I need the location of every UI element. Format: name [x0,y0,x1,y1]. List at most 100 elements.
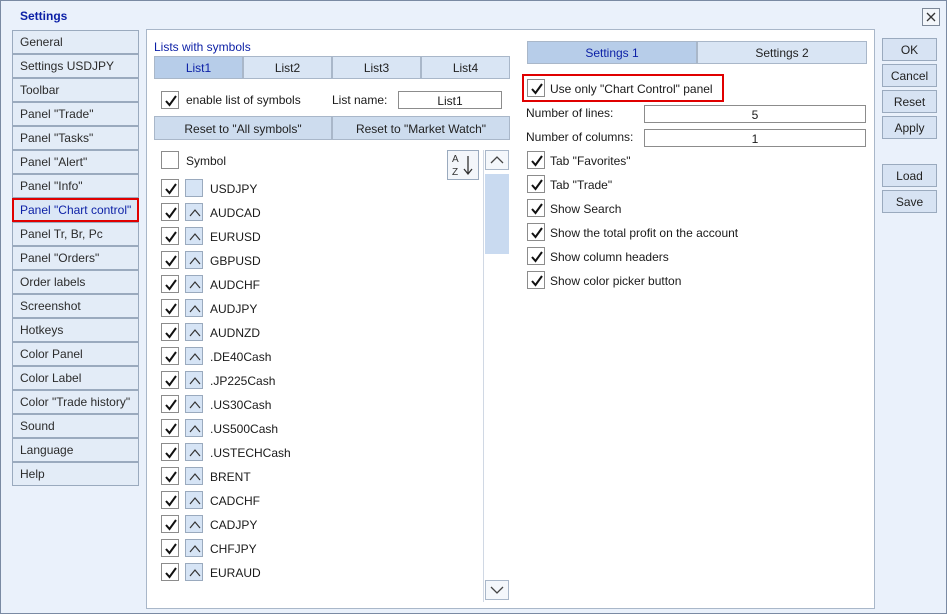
scroll-thumb[interactable] [485,174,509,254]
option-checkbox[interactable] [527,151,545,169]
symbol-checkbox[interactable] [161,299,179,317]
symbol-checkbox[interactable] [161,419,179,437]
symbol-checkbox[interactable] [161,515,179,533]
check-icon [165,519,177,531]
symbol-name: CADCHF [210,494,260,508]
scroll-up-button[interactable] [485,150,509,170]
reset-button[interactable]: Reset [882,90,937,113]
check-icon [531,275,543,287]
sidebar-item[interactable]: Screenshot [12,294,139,318]
lines-field[interactable]: 5 [644,105,866,123]
symbol-checkbox[interactable] [161,443,179,461]
check-icon [531,251,543,263]
option-checkbox[interactable] [527,271,545,289]
chevron-up-icon [189,329,201,337]
move-up-icon[interactable] [185,443,203,461]
option-checkbox[interactable] [527,223,545,241]
apply-button[interactable]: Apply [882,116,937,139]
lines-label: Number of lines: [526,106,614,120]
check-icon [165,327,177,339]
check-icon [165,231,177,243]
sidebar-item[interactable]: Color Panel [12,342,139,366]
reset-all-symbols-button[interactable]: Reset to "All symbols" [154,116,332,140]
chevron-up-icon [189,569,201,577]
sidebar-item[interactable]: General [12,30,139,54]
tab-list3[interactable]: List3 [332,56,421,79]
move-up-icon[interactable] [185,395,203,413]
sidebar-item[interactable]: Sound [12,414,139,438]
move-up-icon[interactable] [185,347,203,365]
symbol-scrollbar[interactable] [483,150,509,602]
sidebar-item[interactable]: Help [12,462,139,486]
sidebar-item[interactable]: Panel "Tasks" [12,126,139,150]
sidebar-item[interactable]: Color Label [12,366,139,390]
symbol-checkbox[interactable] [161,227,179,245]
sidebar-item[interactable]: Panel "Trade" [12,102,139,126]
symbol-checkbox[interactable] [161,203,179,221]
tab-settings-2[interactable]: Settings 2 [697,41,867,64]
columns-field[interactable]: 1 [644,129,866,147]
move-up-icon[interactable] [185,227,203,245]
move-up-icon[interactable] [185,323,203,341]
sidebar-item[interactable]: Order labels [12,270,139,294]
move-up-icon[interactable] [185,275,203,293]
tab-list2[interactable]: List2 [243,56,332,79]
chevron-up-icon [189,401,201,409]
symbol-checkbox[interactable] [161,491,179,509]
symbol-checkbox[interactable] [161,251,179,269]
option-label: Show the total profit on the account [550,226,739,240]
sidebar-item[interactable]: Toolbar [12,78,139,102]
load-button[interactable]: Load [882,164,937,187]
option-checkbox[interactable] [527,247,545,265]
symbol-checkbox[interactable] [161,539,179,557]
move-up-icon[interactable] [185,203,203,221]
sidebar-item[interactable]: Panel "Info" [12,174,139,198]
symbol-checkbox[interactable] [161,275,179,293]
move-up-icon[interactable] [185,515,203,533]
reset-market-watch-button[interactable]: Reset to "Market Watch" [332,116,510,140]
sort-az-button[interactable]: A Z [447,150,479,180]
symbol-checkbox[interactable] [161,179,179,197]
close-button[interactable] [922,8,940,26]
scroll-down-button[interactable] [485,580,509,600]
move-up-icon[interactable] [185,539,203,557]
symbol-checkbox[interactable] [161,323,179,341]
check-icon [165,543,177,555]
move-up-icon[interactable] [185,179,203,197]
move-up-icon[interactable] [185,419,203,437]
enable-list-checkbox[interactable] [161,91,179,109]
symbol-checkbox[interactable] [161,371,179,389]
sidebar-item[interactable]: Settings USDJPY [12,54,139,78]
option-label: Tab "Trade" [550,178,613,192]
ok-button[interactable]: OK [882,38,937,61]
tab-settings-1[interactable]: Settings 1 [527,41,697,64]
cancel-button[interactable]: Cancel [882,64,937,87]
sidebar-item[interactable]: Panel Tr, Br, Pc [12,222,139,246]
move-up-icon[interactable] [185,467,203,485]
list-name-field[interactable]: List1 [398,91,502,109]
move-up-icon[interactable] [185,299,203,317]
sidebar-item[interactable]: Panel "Alert" [12,150,139,174]
save-button[interactable]: Save [882,190,937,213]
sidebar-item[interactable]: Panel "Orders" [12,246,139,270]
tab-list1[interactable]: List1 [154,56,243,79]
move-up-icon[interactable] [185,251,203,269]
check-icon [165,495,177,507]
sidebar-item[interactable]: Language [12,438,139,462]
sidebar-item[interactable]: Color "Trade history" [12,390,139,414]
check-icon [165,447,177,459]
use-only-chart-control-checkbox[interactable] [527,79,545,97]
sidebar-item[interactable]: Panel "Chart control" [12,198,139,222]
sidebar-item[interactable]: Hotkeys [12,318,139,342]
option-checkbox[interactable] [527,175,545,193]
move-up-icon[interactable] [185,491,203,509]
symbol-checkbox[interactable] [161,395,179,413]
symbol-checkbox[interactable] [161,563,179,581]
tab-list4[interactable]: List4 [421,56,510,79]
symbol-checkbox[interactable] [161,467,179,485]
select-all-checkbox[interactable] [161,151,179,169]
move-up-icon[interactable] [185,563,203,581]
option-checkbox[interactable] [527,199,545,217]
move-up-icon[interactable] [185,371,203,389]
symbol-checkbox[interactable] [161,347,179,365]
